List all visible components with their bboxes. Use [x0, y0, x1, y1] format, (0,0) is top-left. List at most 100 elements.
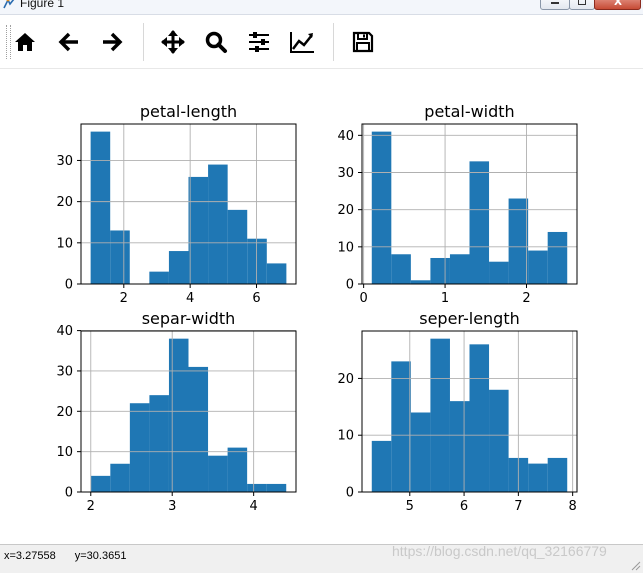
y-tick-label: 20: [337, 203, 354, 218]
close-icon: [613, 0, 622, 5]
subplot-title: petal-width: [424, 102, 514, 121]
histogram-bar: [168, 251, 189, 284]
histogram-bar: [188, 366, 209, 492]
close-button[interactable]: [594, 0, 641, 10]
x-tick-label: 4: [186, 291, 194, 306]
y-coordinate: y=30.3651: [74, 550, 127, 562]
histogram-bar: [266, 483, 287, 492]
title-bar: Figure 1: [0, 0, 643, 15]
subplot-title: separ-width: [142, 309, 236, 328]
histogram-bar: [469, 161, 490, 284]
y-tick-label: 10: [56, 445, 73, 460]
y-tick-label: 0: [346, 486, 354, 501]
maximize-icon: [578, 0, 586, 5]
histogram-bar: [371, 440, 392, 492]
x-tick-label: 7: [514, 499, 522, 514]
y-tick-label: 30: [337, 166, 354, 181]
x-tick-label: 6: [460, 499, 468, 514]
app-icon: [3, 0, 15, 9]
maximize-button[interactable]: [569, 0, 595, 10]
histogram-bar: [449, 401, 470, 492]
subplot-separ-width: 2 3 4010203040separ-width: [56, 309, 297, 514]
y-tick-label: 0: [346, 278, 354, 293]
move-icon: [161, 30, 185, 54]
watermark-text: https://blog.csdn.net/qq_32166779: [392, 543, 607, 559]
toolbar-separator: [143, 23, 144, 61]
x-tick-label: 3: [168, 499, 176, 514]
histogram-bar: [227, 447, 248, 492]
x-tick-label: 8: [569, 499, 577, 514]
x-tick-label: 2: [522, 291, 530, 306]
x-tick-label: 4: [250, 499, 258, 514]
resize-grip-icon[interactable]: [631, 561, 641, 571]
home-icon: [15, 33, 35, 51]
floppy-disk-icon: [352, 31, 374, 53]
subplot-petal-length: 2 4 6 0 10 20 30 petal-length: [56, 102, 297, 306]
window-title: Figure 1: [20, 0, 65, 10]
histogram-bar: [410, 412, 431, 492]
histogram-bar: [90, 475, 111, 492]
cursor-coordinates: x=3.27558 y=30.3651: [4, 550, 142, 562]
histogram-bar: [391, 361, 411, 492]
figure-canvas[interactable]: 2 4 6 0 10 20 30 petal-length 0 1 2 0 10 20 30 40 petal-…: [0, 69, 643, 544]
y-tick-label: 30: [56, 364, 73, 379]
y-tick-label: 20: [337, 372, 354, 387]
histogram-bar: [469, 344, 490, 492]
line-chart-icon: [290, 32, 314, 53]
y-tick-label: 20: [56, 405, 73, 420]
histogram-bar: [149, 395, 169, 492]
arrow-left-icon: [58, 32, 78, 52]
y-tick-label: 10: [337, 240, 354, 255]
histogram-bar: [547, 231, 568, 284]
magnifier-icon: [205, 31, 227, 53]
histogram-bar: [528, 463, 548, 492]
histogram-bar: [110, 463, 130, 492]
x-tick-label: 5: [406, 499, 414, 514]
y-tick-label: 30: [56, 154, 73, 169]
histogram-bar: [266, 263, 287, 284]
subplot-seper-length: 5 6 7 8 0 10 20 seper-length: [337, 309, 578, 514]
histogram-bar: [508, 198, 529, 284]
toolbar-separator: [333, 23, 334, 61]
y-tick-label: 10: [337, 429, 354, 444]
histogram-bar: [247, 238, 267, 284]
minimize-button[interactable]: [540, 0, 570, 10]
forward-button[interactable]: [99, 29, 125, 55]
x-tick-label: 6: [252, 291, 260, 306]
pan-button[interactable]: [160, 29, 186, 55]
home-button[interactable]: [12, 29, 38, 55]
save-button[interactable]: [350, 29, 376, 55]
y-tick-label: 40: [56, 324, 73, 339]
y-tick-label: 10: [56, 236, 73, 251]
histogram-bar: [489, 261, 509, 284]
histogram-bar: [227, 209, 248, 284]
subplot-petal-width: 0 1 2010203040petal-width: [337, 102, 578, 306]
histogram-bar: [528, 250, 548, 284]
configure-subplots-button[interactable]: [246, 29, 272, 55]
histogram-bar: [410, 280, 431, 284]
subplot-title: seper-length: [419, 309, 520, 328]
zoom-button[interactable]: [203, 29, 229, 55]
back-button[interactable]: [56, 29, 82, 55]
histogram-bar: [449, 254, 470, 284]
histogram-bar: [371, 131, 392, 284]
histogram-bar: [430, 257, 450, 284]
x-tick-label: 1: [441, 291, 449, 306]
status-bar: x=3.27558 y=30.3651 https://blog.csdn.ne…: [0, 543, 643, 573]
histogram-bar: [129, 403, 150, 492]
x-coordinate: x=3.27558: [4, 550, 56, 562]
y-tick-label: 20: [56, 195, 73, 210]
x-tick-label: 2: [87, 499, 95, 514]
figure-svg: 2 4 60102030petal-length0 1 2010203040petal-…: [56, 102, 578, 514]
x-tick-label: 0: [359, 291, 367, 306]
histogram-bar: [188, 176, 209, 284]
x-tick-label: 2: [120, 291, 128, 306]
histogram-bar: [430, 338, 450, 492]
histogram-bar: [208, 455, 228, 492]
toolbar-grip[interactable]: [6, 25, 11, 59]
histogram-bar: [149, 271, 169, 284]
edit-axes-button[interactable]: [289, 29, 315, 55]
histogram-bar: [489, 389, 509, 492]
minimize-icon: [551, 2, 559, 4]
histogram-bar: [391, 254, 411, 284]
